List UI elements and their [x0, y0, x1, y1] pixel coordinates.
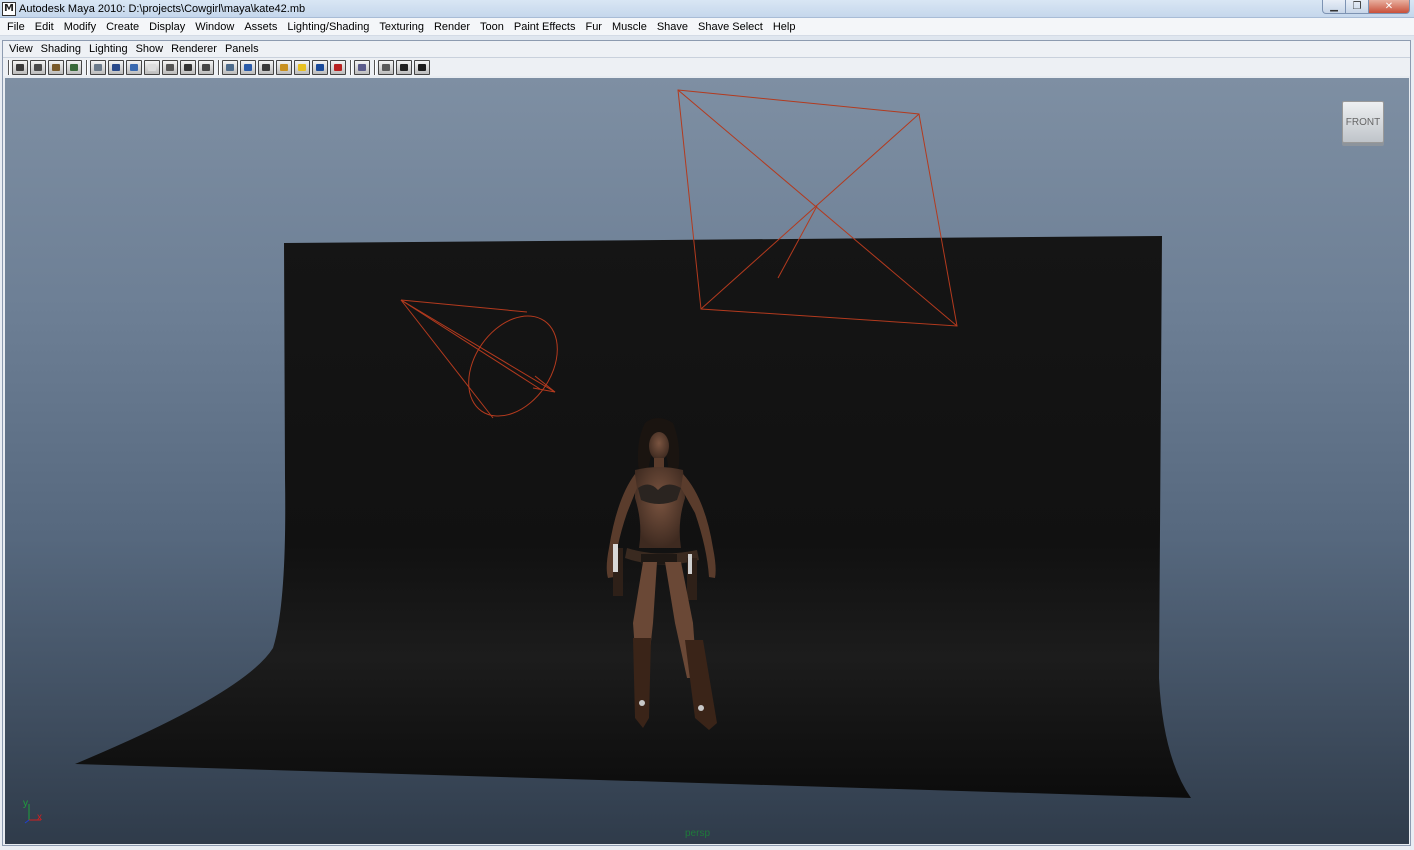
- camera-name-label: persp: [685, 828, 711, 839]
- backdrop-plane: [75, 236, 1191, 798]
- menu-assets[interactable]: Assets: [239, 18, 282, 36]
- bookmark-icon[interactable]: [48, 59, 64, 75]
- toolbar-separator: [350, 59, 352, 75]
- menu-paint-effects[interactable]: Paint Effects: [509, 18, 581, 36]
- smooth-shade-icon[interactable]: [240, 59, 256, 75]
- xray-icon[interactable]: [378, 59, 394, 75]
- xray-joints-icon[interactable]: [396, 59, 412, 75]
- menu-modify[interactable]: Modify: [59, 18, 101, 36]
- toolbar-separator: [86, 59, 88, 75]
- scene-canvas: [75, 89, 1191, 798]
- viewport-panel: View Shading Lighting Show Renderer Pane…: [2, 40, 1411, 846]
- shadows-icon[interactable]: [312, 59, 328, 75]
- wireframe-icon[interactable]: [222, 59, 238, 75]
- panel-menu-view[interactable]: View: [5, 41, 37, 58]
- main-menu-bar: File Edit Modify Create Display Window A…: [0, 18, 1414, 36]
- window-controls: ▁ ❐ ✕: [1322, 0, 1410, 14]
- isolate-select-icon[interactable]: [354, 59, 370, 75]
- safe-title-icon[interactable]: [198, 59, 214, 75]
- panel-menu-show[interactable]: Show: [132, 41, 168, 58]
- menu-edit[interactable]: Edit: [30, 18, 59, 36]
- hardware-texturing-icon[interactable]: [330, 59, 346, 75]
- camera-attributes-icon[interactable]: [30, 59, 46, 75]
- title-bar: M Autodesk Maya 2010: D:\projects\Cowgir…: [0, 0, 1414, 18]
- menu-file[interactable]: File: [2, 18, 30, 36]
- menu-shave[interactable]: Shave: [652, 18, 693, 36]
- wireframe-on-shaded-icon[interactable]: [258, 59, 274, 75]
- menu-toon[interactable]: Toon: [475, 18, 509, 36]
- menu-muscle[interactable]: Muscle: [607, 18, 652, 36]
- high-quality-icon[interactable]: [414, 59, 430, 75]
- toolbar-separator: [374, 59, 376, 75]
- close-button[interactable]: ✕: [1368, 0, 1410, 14]
- grid-icon[interactable]: [90, 59, 106, 75]
- menu-texturing[interactable]: Texturing: [374, 18, 429, 36]
- menu-render[interactable]: Render: [429, 18, 475, 36]
- minimize-button[interactable]: ▁: [1322, 0, 1346, 14]
- select-camera-icon[interactable]: [12, 59, 28, 75]
- use-all-lights-icon[interactable]: [294, 59, 310, 75]
- axis-y-label: y: [23, 798, 28, 809]
- panel-menu-renderer[interactable]: Renderer: [167, 41, 221, 58]
- panel-menu-shading[interactable]: Shading: [37, 41, 85, 58]
- safe-action-icon[interactable]: [180, 59, 196, 75]
- textured-icon[interactable]: [276, 59, 292, 75]
- axis-x-label: x: [37, 812, 42, 823]
- menu-fur[interactable]: Fur: [580, 18, 607, 36]
- maximize-button[interactable]: ❐: [1345, 0, 1369, 14]
- menu-create[interactable]: Create: [101, 18, 144, 36]
- film-gate-icon[interactable]: [108, 59, 124, 75]
- field-chart-icon[interactable]: [162, 59, 178, 75]
- perspective-viewport[interactable]: FRONT y x persp: [5, 78, 1409, 844]
- menu-window[interactable]: Window: [190, 18, 239, 36]
- menu-help[interactable]: Help: [768, 18, 801, 36]
- menu-display[interactable]: Display: [144, 18, 190, 36]
- panel-menu-lighting[interactable]: Lighting: [85, 41, 132, 58]
- panel-menu-bar: View Shading Lighting Show Renderer Pane…: [3, 41, 1410, 58]
- window-title: Autodesk Maya 2010: D:\projects\Cowgirl\…: [19, 2, 306, 15]
- panel-menu-panels[interactable]: Panels: [221, 41, 263, 58]
- gate-mask-icon[interactable]: [144, 59, 160, 75]
- menu-shave-select[interactable]: Shave Select: [693, 18, 768, 36]
- menu-lighting-shading[interactable]: Lighting/Shading: [282, 18, 374, 36]
- toolbar-grip: [8, 59, 10, 75]
- toolbar-separator: [218, 59, 220, 75]
- panel-toolbar: [3, 58, 1410, 76]
- image-plane-icon[interactable]: [66, 59, 82, 75]
- resolution-gate-icon[interactable]: [126, 59, 142, 75]
- maya-app-icon[interactable]: M: [2, 1, 16, 16]
- view-cube[interactable]: FRONT: [1342, 101, 1384, 143]
